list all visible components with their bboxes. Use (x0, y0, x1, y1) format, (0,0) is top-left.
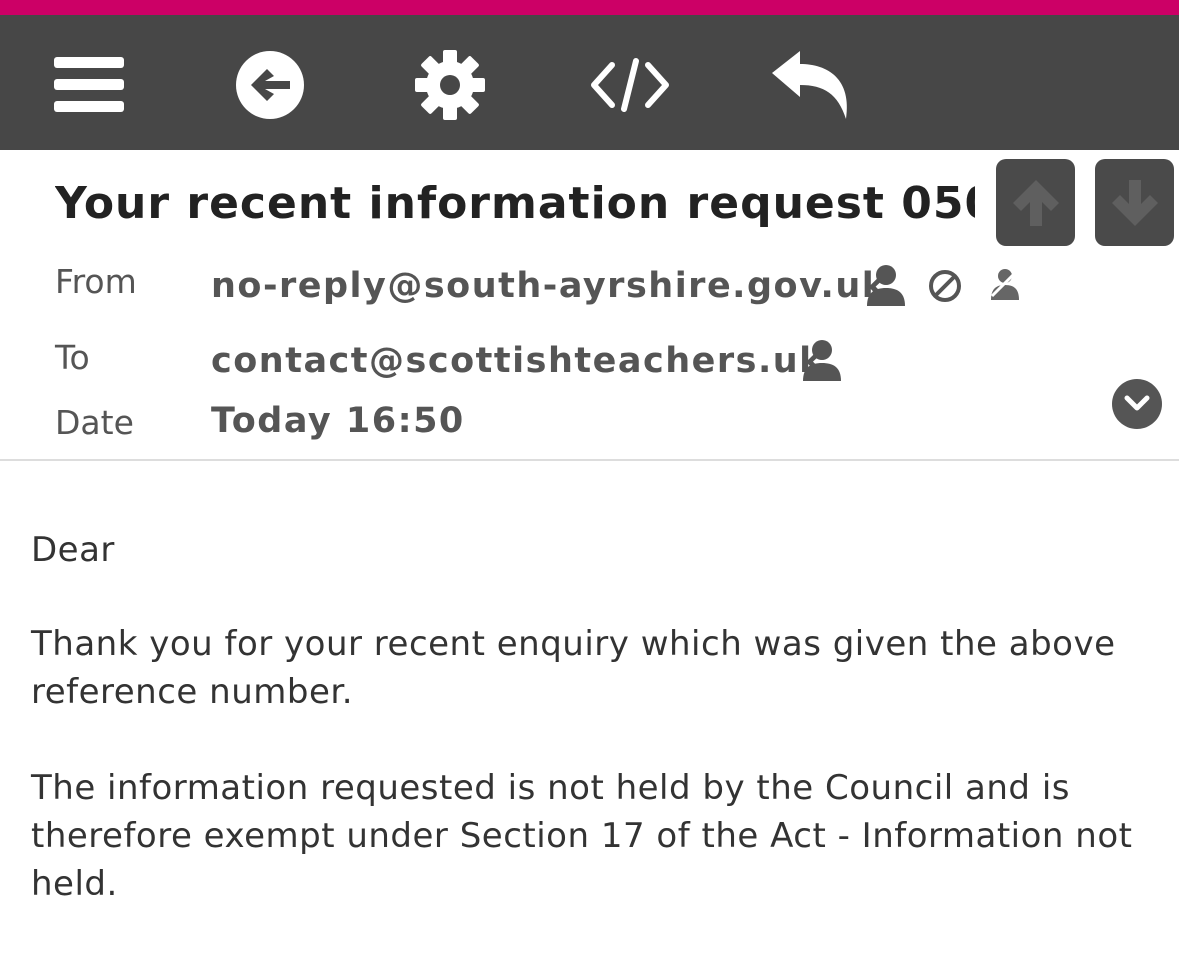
date-label: Date (55, 403, 134, 442)
to-address[interactable]: contact@scottishteachers.uk (211, 341, 824, 381)
menu-icon (54, 57, 124, 112)
reply-button[interactable] (762, 37, 858, 133)
date-value: Today 16:50 (211, 401, 465, 441)
next-message-button[interactable] (1095, 159, 1174, 246)
header-divider (0, 459, 1179, 461)
reply-icon (772, 51, 847, 119)
to-label: To (55, 338, 90, 377)
accent-bar (0, 0, 1179, 15)
body-paragraph: Thank you for your recent enquiry which … (31, 624, 1116, 712)
back-button[interactable] (222, 37, 318, 133)
add-contact-icon[interactable] (865, 264, 907, 308)
verified-sender-icon[interactable] (986, 266, 1024, 304)
block-sender-icon[interactable] (927, 268, 963, 304)
expand-headers-button[interactable] (1112, 379, 1162, 429)
settings-button[interactable] (402, 37, 498, 133)
chevron-down-icon (1124, 395, 1150, 411)
menu-button[interactable] (41, 37, 137, 133)
gear-icon (415, 50, 485, 120)
arrow-up-icon (1012, 179, 1059, 226)
greeting: Dear (31, 530, 115, 570)
from-address[interactable]: no-reply@south-ayrshire.gov.uk (211, 266, 887, 306)
body-paragraph: The information requested is not held by… (31, 768, 1133, 904)
message-subject: Your recent information request 050... (55, 178, 975, 229)
source-code-icon (591, 58, 669, 112)
add-contact-icon[interactable] (801, 339, 843, 383)
previous-message-button[interactable] (996, 159, 1075, 246)
arrow-down-icon (1111, 179, 1158, 226)
from-label: From (55, 262, 137, 301)
toolbar (0, 15, 1179, 150)
source-code-button[interactable] (582, 37, 678, 133)
back-icon (236, 51, 304, 119)
